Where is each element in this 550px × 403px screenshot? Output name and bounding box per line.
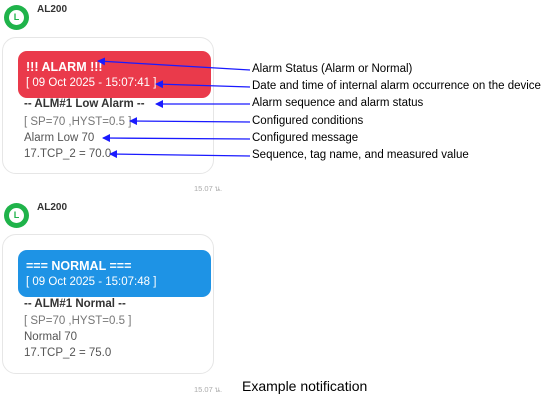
annotation-arrows [97,57,251,159]
annotation-sequence-status: Alarm sequence and alarm status [252,97,424,109]
arrow-value [109,150,251,159]
arrow-message [102,134,251,143]
figure-caption: Example notification [242,378,368,394]
annotation-message: Configured message [252,132,359,144]
arrow-date-time [155,80,251,89]
annotation-date-time: Date and time of internal alarm occurren… [252,80,541,92]
annotation-conditions: Configured conditions [252,115,364,127]
annotation-value: Sequence, tag name, and measured value [252,149,469,161]
annotation-alarm-status: Alarm Status (Alarm or Normal) [252,63,413,75]
arrow-alarm-status [97,57,251,71]
arrow-conditions [129,117,251,126]
